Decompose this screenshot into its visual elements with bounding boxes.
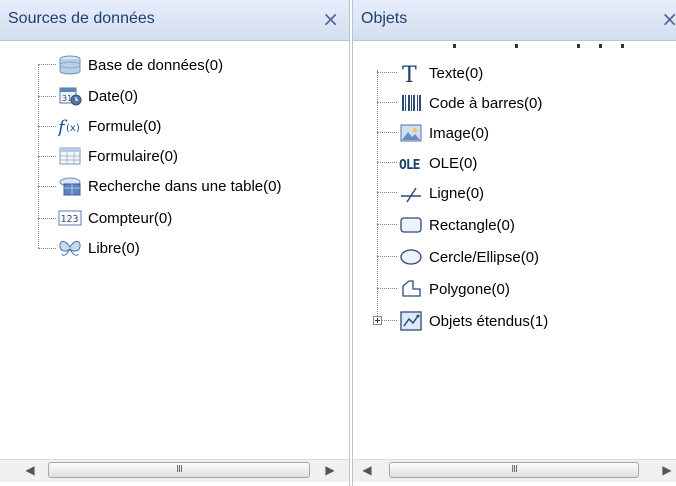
data-sources-tree: Base de données(0) 31 Date(0) f (x) Form… <box>0 44 349 460</box>
tree-item-ole[interactable]: OLE OLE(0) <box>399 148 477 178</box>
data-sources-close-button[interactable]: × <box>322 7 339 31</box>
objects-scroll-thumb[interactable]: III <box>389 462 639 478</box>
objects-panel: Objets × T Texte(0) Code à barres(0) Ima… <box>352 0 676 486</box>
scroll-grip: III <box>176 464 183 475</box>
expand-extended-objects-toggle[interactable] <box>373 316 382 325</box>
svg-text:123: 123 <box>61 214 79 225</box>
tree-item-polygone[interactable]: Polygone(0) <box>399 274 510 304</box>
tree-item-texte[interactable]: T Texte(0) <box>399 58 483 88</box>
date-icon: 31 <box>59 87 82 106</box>
image-icon <box>400 124 422 142</box>
counter-icon: 123 <box>58 210 82 226</box>
tree-item-image[interactable]: Image(0) <box>399 118 489 148</box>
objects-header: Objets × <box>353 0 676 41</box>
scroll-grip: III <box>511 464 518 475</box>
tree-item-libre[interactable]: Libre(0) <box>58 233 140 263</box>
extended-objects-icon <box>400 311 422 331</box>
text-icon: T <box>402 63 417 84</box>
rectangle-icon <box>400 217 422 233</box>
svg-text:T: T <box>402 63 417 84</box>
scroll-right-arrow-icon[interactable]: ▶ <box>322 463 338 477</box>
line-icon <box>401 187 421 203</box>
scroll-right-arrow-icon[interactable]: ▶ <box>659 463 675 477</box>
objects-tree: T Texte(0) Code à barres(0) Image(0) OLE… <box>353 44 676 460</box>
tree-item-ligne[interactable]: Ligne(0) <box>399 178 484 208</box>
polygon-icon <box>402 280 421 297</box>
database-icon <box>59 55 81 75</box>
tree-item-recherche-table[interactable]: Recherche dans une table(0) <box>58 171 281 201</box>
tree-item-formule[interactable]: f (x) Formule(0) <box>58 111 161 141</box>
form-icon <box>59 147 81 165</box>
tree-item-compteur[interactable]: 123 Compteur(0) <box>58 203 172 233</box>
data-sources-header: Sources de données × <box>0 0 349 41</box>
svg-text:31: 31 <box>62 94 72 103</box>
data-sources-panel: Sources de données × Base de données(0) … <box>0 0 350 486</box>
free-icon <box>59 240 81 256</box>
objects-scrollbar[interactable]: ◀ III ▶ <box>353 459 676 482</box>
data-sources-scroll-thumb[interactable]: III <box>48 462 310 478</box>
barcode-icon <box>402 95 421 111</box>
table-lookup-icon <box>59 177 81 196</box>
objects-title: Objets <box>361 10 408 27</box>
tree-item-base-de-donnees[interactable]: Base de données(0) <box>58 50 223 80</box>
tree-item-objets-etendus[interactable]: Objets étendus(1) <box>399 306 548 336</box>
scroll-left-arrow-icon[interactable]: ◀ <box>22 463 38 477</box>
scroll-left-arrow-icon[interactable]: ◀ <box>359 463 375 477</box>
svg-text:(x): (x) <box>66 123 80 134</box>
tree-item-date[interactable]: 31 Date(0) <box>58 81 138 111</box>
tree-item-code-barres[interactable]: Code à barres(0) <box>399 88 542 118</box>
svg-text:OLE: OLE <box>399 158 420 173</box>
data-sources-scrollbar[interactable]: ◀ III ▶ <box>0 459 349 482</box>
ellipse-icon <box>400 249 422 265</box>
formula-icon: f (x) <box>58 117 80 137</box>
ole-icon: OLE <box>399 158 421 173</box>
objects-close-button[interactable]: × <box>661 7 676 31</box>
tree-item-rectangle[interactable]: Rectangle(0) <box>399 210 515 240</box>
tree-item-cercle-ellipse[interactable]: Cercle/Ellipse(0) <box>399 242 539 272</box>
tree-item-formulaire[interactable]: Formulaire(0) <box>58 141 178 171</box>
data-sources-title: Sources de données <box>8 10 155 27</box>
